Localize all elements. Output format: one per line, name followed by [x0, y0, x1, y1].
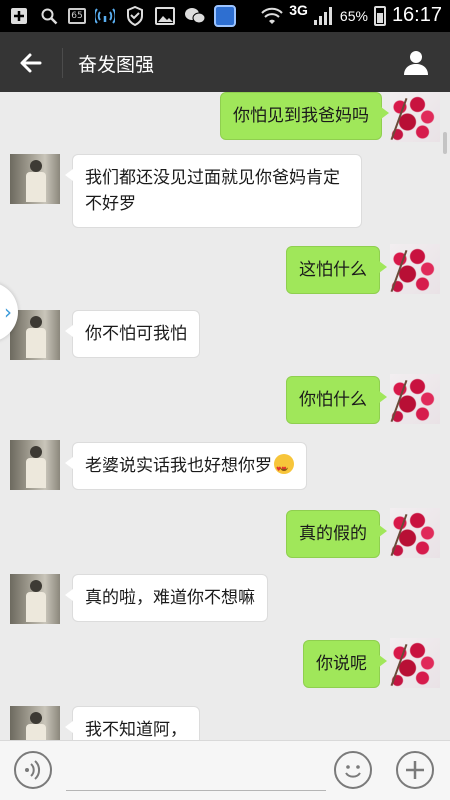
voice-button[interactable]: [14, 751, 52, 789]
scrollbar[interactable]: [443, 132, 447, 154]
chat-header: 奋发图强: [0, 32, 450, 92]
message-bubble-received[interactable]: 真的啦，难道你不想嘛: [65, 574, 268, 622]
message-bubble-sent[interactable]: 你说呢: [303, 640, 387, 688]
voice-icon: [25, 760, 41, 780]
cell-signal-icon: [313, 6, 334, 25]
battery-percent: 65%: [339, 7, 368, 24]
emoji-button[interactable]: [334, 751, 372, 789]
input-bar: [0, 740, 450, 800]
my-avatar[interactable]: [390, 374, 440, 424]
person-icon: [404, 51, 428, 75]
message-input[interactable]: [66, 753, 326, 791]
status-left-icons: 65: [8, 5, 236, 27]
arrow-left-icon: [20, 53, 42, 73]
wifi-signal-icon: [94, 5, 116, 27]
add-square-icon: [8, 5, 30, 27]
contact-avatar[interactable]: [10, 574, 60, 624]
profile-button[interactable]: [402, 48, 430, 76]
chevron-right-icon: ›: [4, 300, 12, 324]
message-bubble-sent[interactable]: 你怕什么: [286, 376, 387, 424]
sim-icon: 65: [68, 8, 86, 24]
message-bubble-received[interactable]: 我不知道阿，: [65, 706, 200, 740]
message-bubble-received[interactable]: 我们都还没见过面就见你爸妈肯定不好罗: [65, 154, 362, 228]
message-bubble-received[interactable]: 老婆说实话我也好想你罗: [65, 442, 307, 490]
heart-eyes-emoji-icon: [274, 454, 294, 483]
contact-avatar[interactable]: [10, 440, 60, 490]
my-avatar[interactable]: [390, 92, 440, 142]
shield-icon: [124, 5, 146, 27]
message-bubble-received[interactable]: 你不怕可我怕: [65, 310, 200, 358]
browser-icon: [214, 5, 236, 27]
my-avatar[interactable]: [390, 244, 440, 294]
clock: 16:17: [391, 4, 442, 26]
message-bubble-sent[interactable]: 这怕什么: [286, 246, 387, 294]
back-button[interactable]: [16, 48, 46, 78]
wechat-icon: [184, 5, 206, 27]
search-icon: [38, 5, 60, 27]
smiley-icon: [345, 765, 361, 778]
status-right: 3G 65% 16:17: [261, 1, 442, 27]
contact-avatar[interactable]: [10, 706, 60, 740]
more-button[interactable]: [396, 751, 434, 789]
battery-icon: [373, 5, 386, 26]
message-bubble-sent[interactable]: 真的假的: [286, 510, 387, 558]
message-list[interactable]: 你怕见到我爸妈吗 我们都还没见过面就见你爸妈肯定不好罗 这怕什么 你不怕可我怕 …: [0, 92, 450, 740]
contact-avatar[interactable]: [10, 154, 60, 204]
header-divider: [62, 48, 63, 78]
message-bubble-sent[interactable]: 你怕见到我爸妈吗: [220, 92, 389, 140]
status-bar: 65 3G 65% 16:17: [0, 0, 450, 32]
plus-icon: [406, 761, 424, 779]
my-avatar[interactable]: [390, 638, 440, 688]
chat-title: 奋发图强: [78, 54, 155, 76]
my-avatar[interactable]: [390, 508, 440, 558]
contact-avatar[interactable]: [10, 310, 60, 360]
message-text: 老婆说实话我也好想你罗: [85, 456, 272, 476]
network-type: 3G: [289, 1, 308, 18]
wifi-icon: [261, 5, 283, 27]
gallery-icon: [154, 5, 176, 27]
